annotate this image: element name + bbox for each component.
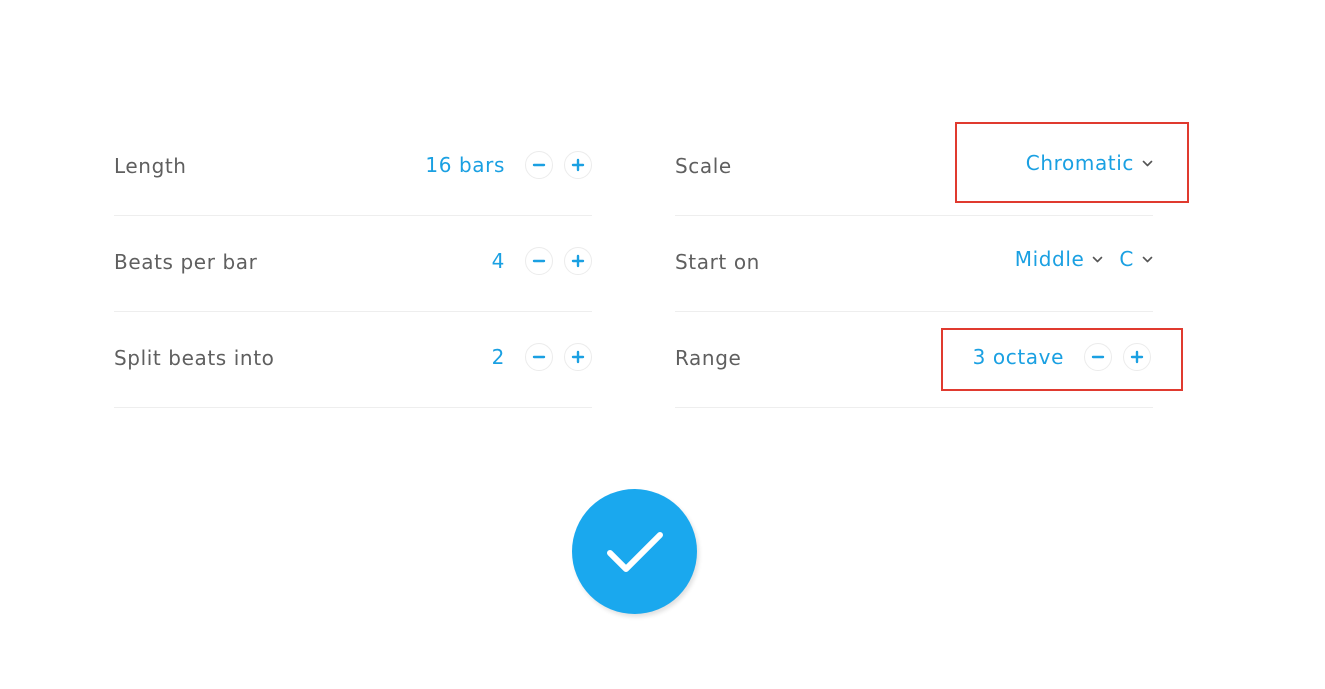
setting-row-beats-per-bar: Beats per bar 4 [114, 216, 592, 312]
setting-row-split-beats: Split beats into 2 [114, 312, 592, 408]
chevron-down-icon [1142, 160, 1153, 166]
range-increment-button[interactable] [1123, 343, 1151, 371]
chevron-down-icon [1093, 256, 1103, 262]
length-stepper: 16 bars [425, 151, 592, 179]
minus-icon [532, 259, 546, 263]
scale-label: Scale [675, 154, 732, 178]
start-octave-value: Middle [1014, 247, 1085, 271]
plus-icon [571, 350, 585, 364]
setting-row-length: Length 16 bars [114, 120, 592, 216]
start-note-dropdown[interactable]: C [1119, 247, 1153, 271]
length-value: 16 bars [425, 153, 505, 177]
start-on-controls: Middle C [1015, 247, 1153, 271]
split-beats-decrement-button[interactable] [525, 343, 553, 371]
minus-icon [1091, 355, 1105, 359]
split-beats-label: Split beats into [114, 346, 275, 370]
scale-dropdown[interactable]: Chromatic [1026, 151, 1153, 175]
split-beats-increment-button[interactable] [564, 343, 592, 371]
beats-per-bar-decrement-button[interactable] [525, 247, 553, 275]
split-beats-value: 2 [491, 345, 505, 369]
length-increment-button[interactable] [564, 151, 592, 179]
beats-per-bar-stepper: 4 [492, 247, 592, 275]
range-stepper: 3 octave [973, 343, 1151, 371]
length-decrement-button[interactable] [525, 151, 553, 179]
plus-icon [1130, 350, 1144, 364]
split-beats-stepper: 2 [492, 343, 592, 371]
range-value: 3 octave [972, 345, 1064, 369]
setting-row-start-on: Start on Middle C [675, 216, 1153, 312]
beats-per-bar-label: Beats per bar [114, 250, 258, 274]
minus-icon [532, 163, 546, 167]
setting-row-range: Range 3 octave [675, 312, 1153, 408]
scale-controls: Chromatic [1026, 151, 1153, 175]
rhythm-settings: Length 16 bars Beats per bar 4 Split bea… [114, 120, 592, 408]
plus-icon [571, 254, 585, 268]
chevron-down-icon [1142, 256, 1153, 262]
checkmark-icon [606, 531, 663, 572]
beats-per-bar-value: 4 [491, 249, 505, 273]
plus-icon [571, 158, 585, 172]
length-label: Length [114, 154, 187, 178]
start-on-label: Start on [675, 250, 760, 274]
setting-row-scale: Scale Chromatic [675, 120, 1153, 216]
range-label: Range [675, 346, 742, 370]
range-decrement-button[interactable] [1084, 343, 1112, 371]
confirm-button[interactable] [572, 489, 697, 614]
start-note-value: C [1119, 247, 1134, 271]
start-octave-dropdown[interactable]: Middle [1015, 247, 1104, 271]
pitch-settings: Scale Chromatic Start on Middle C Range … [675, 120, 1153, 408]
minus-icon [532, 355, 546, 359]
scale-selected-value: Chromatic [1025, 151, 1134, 175]
beats-per-bar-increment-button[interactable] [564, 247, 592, 275]
